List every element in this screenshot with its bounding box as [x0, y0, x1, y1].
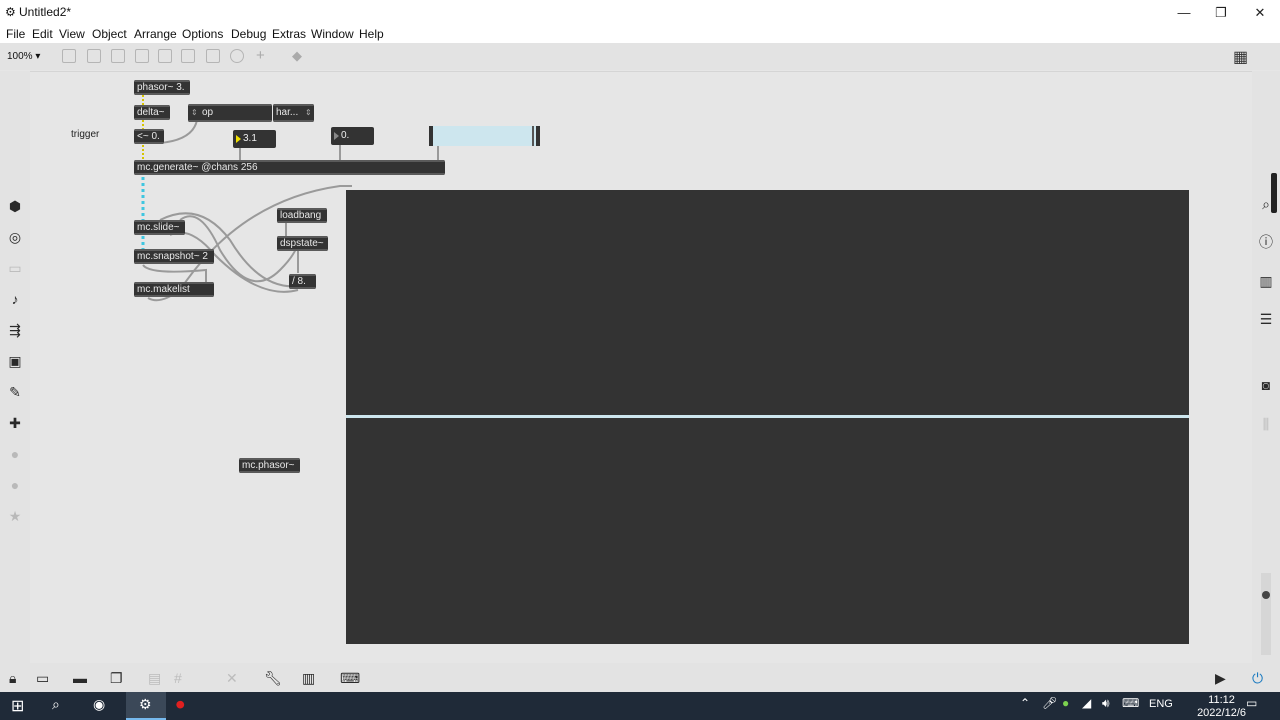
presentation-icon[interactable]: ▭	[36, 670, 49, 687]
object-mc-generate[interactable]: mc.generate~ @chans 256	[134, 160, 445, 175]
tray-chevron-icon[interactable]: ⌃	[1020, 696, 1030, 710]
clock[interactable]: 11:12 2022/12/6	[1197, 694, 1246, 720]
object-mc-snapshot[interactable]: mc.snapshot~ 2	[134, 249, 214, 264]
object-dspstate[interactable]: dspstate~	[277, 236, 328, 251]
windows-taskbar: ⊞ ⌕ ◉ ⚙ ⏺ ⌃ 🎤︎ ● ◢ 🔊︎ ⌨ ENG 11:12 2022/1…	[0, 692, 1280, 720]
windows-icon[interactable]: ❐	[110, 670, 123, 687]
object-mc-slide[interactable]: mc.slide~	[134, 220, 185, 235]
comment-trigger[interactable]: trigger	[71, 129, 99, 140]
keyboard-tray-icon[interactable]: ⌨	[1122, 696, 1139, 710]
object-phasor[interactable]: phasor~ 3.	[134, 80, 190, 95]
object-loadbang[interactable]: loadbang	[277, 208, 327, 223]
object-delta[interactable]: delta~	[134, 105, 170, 120]
tools-icon[interactable]: ✕	[226, 670, 238, 687]
search-taskbar-icon[interactable]: ⌕	[52, 696, 60, 713]
clock-time: 11:12	[1208, 694, 1235, 706]
language-indicator[interactable]: ENG	[1149, 698, 1173, 710]
cord-umenu-lt	[159, 119, 198, 144]
record-icon[interactable]: ⏺	[176, 695, 185, 715]
object-mc-phasor[interactable]: mc.phasor~	[239, 458, 300, 473]
lock-icon[interactable]: 🔒︎	[9, 670, 16, 687]
notification-icon[interactable]: ▭	[1246, 696, 1257, 710]
wrench-icon[interactable]: 🔧︎	[264, 670, 282, 687]
max-taskbar-button[interactable]: ⚙	[126, 692, 166, 720]
power-icon[interactable]: ⏻	[1252, 670, 1263, 687]
umenu-har[interactable]: har... ⇕	[273, 104, 314, 122]
multislider-bottom[interactable]	[346, 418, 1189, 644]
microphone-icon[interactable]: 🎤︎	[1042, 696, 1057, 710]
umenu-har-arrows-icon: ⇕	[305, 108, 312, 117]
windows-start-icon[interactable]: ⊞	[11, 696, 24, 716]
hslider[interactable]	[429, 126, 540, 146]
number-triangle-icon	[334, 132, 339, 140]
multislider-top[interactable]	[346, 190, 1189, 415]
object-less-than[interactable]: <~ 0.	[134, 129, 164, 144]
debug-icon[interactable]: ▤	[148, 670, 161, 687]
hslider-knob[interactable]	[532, 126, 534, 146]
steam-icon[interactable]: ◉	[93, 696, 105, 713]
keyboard-icon[interactable]: ⌨	[340, 670, 360, 687]
object-divide[interactable]: / 8.	[289, 274, 316, 289]
number-box-3-1[interactable]: 3.1	[233, 130, 276, 148]
play-icon[interactable]: ▶	[1215, 670, 1226, 687]
umenu-op[interactable]: ⇕ op	[188, 104, 272, 122]
umenu-arrows-icon: ⇕	[191, 108, 198, 117]
clock-date: 2022/12/6	[1197, 707, 1246, 719]
wifi-icon[interactable]: ◢	[1082, 696, 1091, 710]
volume-icon[interactable]: 🔊︎	[1102, 696, 1110, 711]
grid-icon[interactable]: #	[174, 670, 182, 686]
umenu-op-label: op	[202, 107, 214, 118]
piano-icon[interactable]: ▥	[302, 670, 315, 687]
object-mc-makelist[interactable]: mc.makelist	[134, 282, 214, 297]
number-box-0[interactable]: 0.	[331, 127, 374, 145]
app-tray-icon[interactable]: ●	[1062, 696, 1069, 710]
bottom-toolbar: 🔒︎ ▭ ▬ ❐ ▤ # ✕ 🔧︎ ▥ ⌨ ▶ ⏻	[0, 663, 1280, 692]
umenu-har-label: har...	[276, 107, 299, 118]
number-triangle-icon	[236, 135, 241, 143]
number-3-1-value: 3.1	[243, 133, 257, 144]
number-0-value: 0.	[341, 130, 350, 141]
console-icon[interactable]: ▬	[73, 670, 87, 686]
max-taskbar-icon: ⚙	[139, 696, 152, 712]
